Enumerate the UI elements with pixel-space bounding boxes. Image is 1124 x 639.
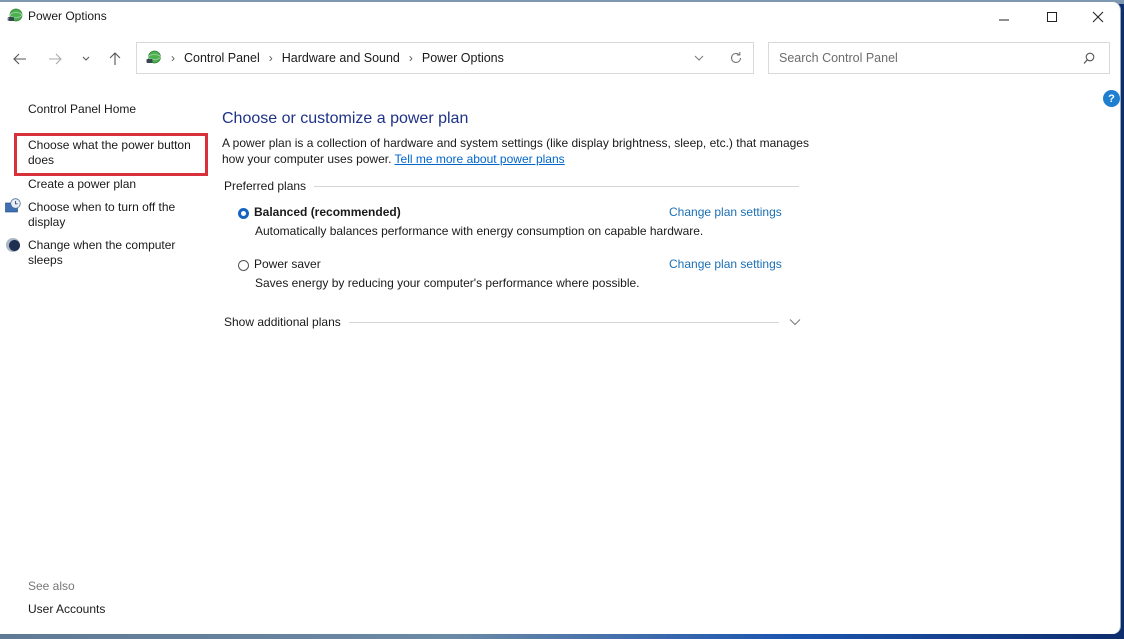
- sidebar-item-create-power-plan[interactable]: Create a power plan: [28, 177, 203, 192]
- search-input[interactable]: [777, 50, 1081, 66]
- window-title: Power Options: [28, 9, 107, 23]
- sidebar-item-computer-sleeps[interactable]: Change when the computer sleeps: [28, 238, 203, 268]
- section-divider: [314, 185, 800, 187]
- arrow-right-icon: [49, 53, 62, 65]
- search-box[interactable]: [768, 42, 1110, 74]
- see-also-label: See also: [28, 579, 75, 593]
- chevron-down-icon[interactable]: [789, 318, 801, 326]
- balanced-plan-name[interactable]: Balanced (recommended): [254, 205, 401, 219]
- recent-locations-button[interactable]: [75, 48, 97, 70]
- chevron-down-icon: [82, 56, 90, 61]
- preferred-plans-label: Preferred plans: [224, 179, 307, 193]
- help-button[interactable]: ?: [1103, 90, 1120, 107]
- sidebar-item-turn-off-display[interactable]: Choose when to turn off the display: [28, 200, 203, 230]
- show-additional-plans-label[interactable]: Show additional plans: [224, 315, 341, 329]
- refresh-icon[interactable]: [729, 51, 743, 65]
- breadcrumb-separator[interactable]: ›: [269, 51, 273, 65]
- maximize-icon: [1047, 12, 1057, 22]
- navigation-bar: › Control Panel › Hardware and Sound › P…: [0, 40, 1120, 80]
- breadcrumb-separator: ›: [171, 51, 175, 65]
- breadcrumb-control-panel[interactable]: Control Panel: [184, 51, 260, 65]
- page-title: Choose or customize a power plan: [222, 110, 469, 127]
- power-saver-plan-name[interactable]: Power saver: [254, 257, 321, 271]
- forward-button[interactable]: [44, 48, 66, 70]
- balanced-change-plan-settings-link[interactable]: Change plan settings: [669, 205, 782, 219]
- page-description: A power plan is a collection of hardware…: [222, 136, 822, 167]
- power-saver-plan-radio[interactable]: [238, 260, 249, 271]
- sidebar-item-control-panel-home[interactable]: Control Panel Home: [28, 102, 203, 117]
- display-clock-icon: [5, 198, 21, 213]
- preferred-plans-header: Preferred plans: [224, 179, 800, 193]
- maximize-button[interactable]: [1029, 2, 1075, 32]
- moon-icon: [6, 238, 20, 252]
- power-saver-plan-description: Saves energy by reducing your computer's…: [255, 276, 640, 290]
- section-divider: [348, 321, 779, 323]
- power-options-window: Power Options › Control Panel › Hardware…: [0, 2, 1121, 634]
- minimize-icon: [999, 19, 1009, 21]
- see-also-user-accounts-link[interactable]: User Accounts: [28, 602, 105, 616]
- close-icon: [1092, 11, 1104, 23]
- arrow-left-icon: [13, 53, 26, 65]
- arrow-up-icon: [109, 52, 121, 65]
- breadcrumb-separator[interactable]: ›: [409, 51, 413, 65]
- power-options-icon: [7, 8, 23, 22]
- breadcrumb-power-options[interactable]: Power Options: [422, 51, 504, 65]
- balanced-plan-description: Automatically balances performance with …: [255, 224, 704, 238]
- title-bar[interactable]: Power Options: [0, 2, 1120, 32]
- breadcrumb-hardware-and-sound[interactable]: Hardware and Sound: [282, 51, 400, 65]
- back-button[interactable]: [9, 48, 31, 70]
- power-saver-change-plan-settings-link[interactable]: Change plan settings: [669, 257, 782, 271]
- learn-more-link[interactable]: Tell me more about power plans: [395, 152, 565, 166]
- balanced-plan-radio[interactable]: [238, 208, 249, 219]
- radio-dot: [241, 211, 246, 216]
- address-bar[interactable]: › Control Panel › Hardware and Sound › P…: [136, 42, 754, 74]
- highlight-box: [14, 133, 208, 176]
- up-button[interactable]: [104, 48, 126, 70]
- power-options-icon: [146, 50, 161, 64]
- address-history-chevron-icon[interactable]: [694, 54, 704, 62]
- close-button[interactable]: [1075, 2, 1120, 32]
- search-icon[interactable]: [1083, 52, 1095, 65]
- minimize-button[interactable]: [981, 2, 1027, 32]
- show-additional-plans-toggle[interactable]: Show additional plans: [224, 315, 801, 329]
